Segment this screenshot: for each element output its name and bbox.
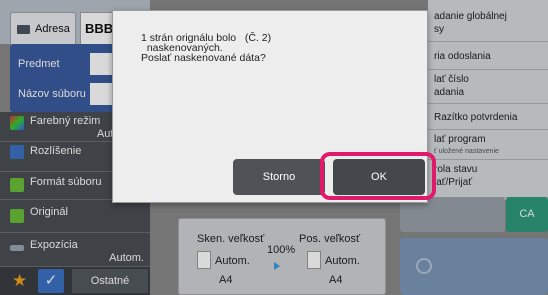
dialog-message-line: Poslať naskenované dáta?	[141, 52, 266, 64]
dialog-message: 1 strán orignálu bolo (Č. 2) naskenovaný…	[141, 33, 271, 64]
ok-highlight-frame	[320, 152, 436, 200]
cancel-button[interactable]: Storno	[233, 159, 325, 195]
